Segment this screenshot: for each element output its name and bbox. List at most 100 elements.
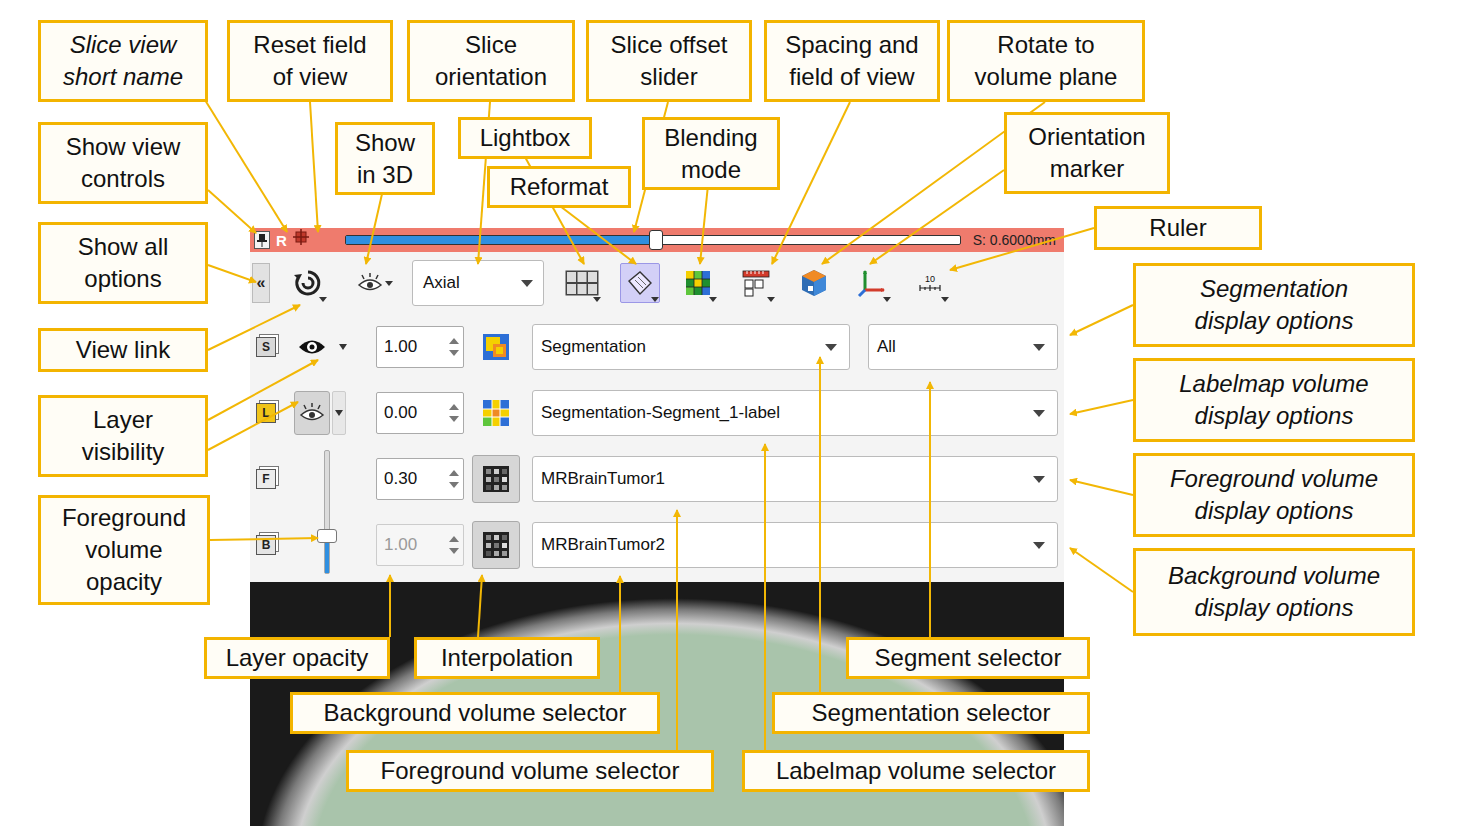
slice-offset-reading: S: 0.6000mm <box>973 230 1060 251</box>
dropdown-caret-icon[interactable] <box>709 297 717 302</box>
labelmap-grid-icon <box>481 398 511 428</box>
layer-opacity-spinbox: 1.00 <box>376 524 464 566</box>
callout-label: Background volume selector <box>290 692 660 734</box>
spin-up-icon[interactable] <box>449 404 459 410</box>
callout-label: Slice offset slider <box>586 20 752 102</box>
layer-visibility-button[interactable] <box>294 391 330 435</box>
slice-orientation-value: Axial <box>423 270 460 296</box>
dropdown-caret-icon[interactable] <box>941 297 949 302</box>
segmentation-display-button[interactable] <box>472 323 520 371</box>
visibility-menu-button[interactable] <box>336 325 350 369</box>
lightbox-button[interactable] <box>562 263 602 303</box>
dropdown-caret-icon[interactable] <box>385 281 393 286</box>
callout-text: Foreground volume selector <box>381 755 680 787</box>
callout-text: Layer visibility <box>57 404 189 467</box>
segmentation-selectors: Segmentation All <box>532 324 1058 370</box>
visibility-menu-button[interactable] <box>332 391 346 435</box>
callout-label: Segment selector <box>846 637 1090 679</box>
show-view-controls-button[interactable] <box>254 231 270 249</box>
layer-selector-cell: MRBrainTumor2 <box>532 512 1058 578</box>
callout-label: Layer visibility <box>38 395 208 477</box>
segmentation-icon <box>481 332 511 362</box>
interpolation-button[interactable] <box>472 521 520 569</box>
layer-opacity-cell: 0.30 <box>376 446 468 512</box>
spin-up-icon[interactable] <box>449 470 459 476</box>
dropdown-caret-icon <box>339 344 347 350</box>
interpolation-icon <box>482 465 510 493</box>
callout-text: Show all options <box>57 231 189 294</box>
callout-label: Reset field of view <box>227 20 393 102</box>
slice-offset-handle[interactable] <box>649 230 663 250</box>
spin-down-icon[interactable] <box>449 482 459 488</box>
callout-label: Spacing and field of view <box>764 20 940 102</box>
foreground-volume-selector[interactable]: MRBrainTumor1 <box>532 456 1058 502</box>
callout-label: Foreground volume opacity <box>38 495 210 605</box>
blending-mode-glyph <box>684 269 712 297</box>
layer-badge-cell: F <box>250 446 290 512</box>
dropdown-caret-icon <box>825 344 837 351</box>
callout-text: Slice offset slider <box>605 29 733 92</box>
spin-down-icon[interactable] <box>449 350 459 356</box>
callout-label: Segmentation selector <box>772 692 1090 734</box>
callout-label: Segmentation display options <box>1133 263 1415 347</box>
layer-badge-cell: S <box>250 314 290 380</box>
show-all-options-button[interactable]: « <box>252 263 270 303</box>
view-link-button[interactable] <box>288 263 328 303</box>
layer-letter: L <box>262 404 269 422</box>
callout-text: Foreground volume display options <box>1160 463 1388 526</box>
foreground-opacity-handle[interactable] <box>317 529 337 543</box>
background-volume-selector[interactable]: MRBrainTumor2 <box>532 522 1058 568</box>
layer-opacity-cell: 1.00 <box>376 314 468 380</box>
dropdown-caret-icon[interactable] <box>883 297 891 302</box>
volume-name: Segmentation-Segment_1-label <box>541 400 780 426</box>
layer-visibility-cell <box>294 314 372 380</box>
slice-offset-slider[interactable] <box>345 235 961 245</box>
spin-arrows[interactable] <box>449 470 459 488</box>
blending-mode-button[interactable] <box>678 263 718 303</box>
labelmap-volume-selector[interactable]: Segmentation-Segment_1-label <box>532 390 1058 436</box>
spacing-field-of-view-glyph <box>741 268 771 298</box>
slice-view-name: R <box>276 233 287 248</box>
layer-opacity-spinbox[interactable]: 0.00 <box>376 392 464 434</box>
callout-label: Blending mode <box>642 117 780 190</box>
segment-selector[interactable]: All <box>868 324 1058 370</box>
callout-text: Background volume selector <box>324 697 627 729</box>
foreground-opacity-slider[interactable] <box>324 450 330 574</box>
spacing-field-of-view-button[interactable] <box>736 263 776 303</box>
reset-field-of-view-button[interactable] <box>293 228 309 252</box>
dropdown-caret-icon <box>1033 542 1045 549</box>
spin-down-icon[interactable] <box>449 416 459 422</box>
segmentation-selector[interactable]: Segmentation <box>532 324 850 370</box>
show-in-3d-button[interactable] <box>346 263 394 303</box>
labelmap-display-button[interactable] <box>472 389 520 437</box>
spin-arrows[interactable] <box>449 404 459 422</box>
dropdown-caret-icon[interactable] <box>651 297 659 302</box>
layer-opacity-spinbox[interactable]: 0.30 <box>376 458 464 500</box>
slice-orientation-dropdown[interactable]: Axial <box>412 260 544 306</box>
ruler-button[interactable]: 10 <box>910 263 950 303</box>
layer-opacity-value: 1.00 <box>384 334 417 360</box>
dropdown-caret-icon <box>335 410 343 416</box>
dropdown-caret-icon[interactable] <box>319 297 327 302</box>
spin-up-icon[interactable] <box>449 536 459 542</box>
callout-text: Reset field of view <box>246 29 374 92</box>
spin-up-icon[interactable] <box>449 338 459 344</box>
dropdown-caret-icon[interactable] <box>767 297 775 302</box>
spin-arrows[interactable] <box>449 536 459 554</box>
reformat-button[interactable] <box>620 263 660 303</box>
layer-visibility-button[interactable] <box>294 325 330 369</box>
callout-label: Interpolation <box>414 637 600 679</box>
lightbox-glyph <box>565 270 599 296</box>
slice-offset-fill <box>346 236 656 244</box>
orientation-marker-button[interactable] <box>852 263 892 303</box>
callout-text: Layer opacity <box>226 642 369 674</box>
spin-down-icon[interactable] <box>449 548 459 554</box>
layer-opacity-spinbox[interactable]: 1.00 <box>376 326 464 368</box>
slice-view-controls: R S: 0.6000mm « Axial 10 S 1.00 Segmentation All… <box>250 228 1064 826</box>
rotate-to-volume-plane-button[interactable] <box>794 263 834 303</box>
spin-arrows[interactable] <box>449 338 459 356</box>
dropdown-caret-icon[interactable] <box>593 297 601 302</box>
interpolation-icon <box>482 531 510 559</box>
interpolation-button[interactable] <box>472 455 520 503</box>
ruler-icon <box>919 284 941 292</box>
